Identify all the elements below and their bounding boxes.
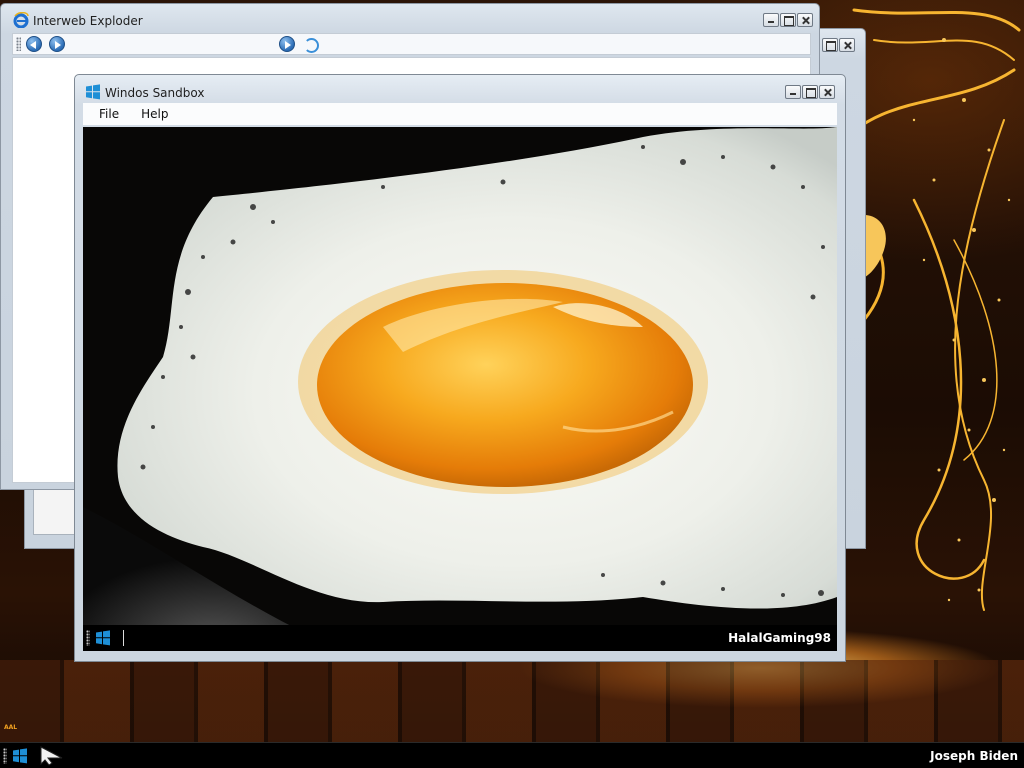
back-arrow-icon[interactable] bbox=[26, 36, 42, 52]
start-button[interactable] bbox=[93, 628, 113, 648]
sandbox-screen[interactable]: HalalGaming98 bbox=[83, 127, 837, 651]
close-button[interactable] bbox=[819, 85, 835, 99]
windows-logo-icon bbox=[13, 747, 27, 763]
taskbar-username: Joseph Biden bbox=[930, 748, 1018, 763]
windows-logo-icon bbox=[86, 84, 100, 100]
maximize-button[interactable] bbox=[780, 13, 796, 27]
close-button[interactable] bbox=[839, 38, 855, 52]
taskbar-username: HalalGaming98 bbox=[728, 631, 831, 645]
go-arrow-icon[interactable] bbox=[279, 36, 295, 52]
window-controls bbox=[785, 85, 835, 99]
sandbox-window[interactable]: Windos Sandbox File Help HalalGaming98 bbox=[74, 74, 846, 662]
window-controls bbox=[822, 38, 855, 52]
forward-arrow-icon[interactable] bbox=[49, 36, 65, 52]
window-title: Interweb Exploder bbox=[33, 14, 143, 28]
address-bar[interactable] bbox=[72, 36, 273, 52]
titlebar[interactable]: Interweb Exploder bbox=[1, 4, 819, 30]
ie-logo-icon bbox=[13, 12, 29, 28]
sandbox-taskbar: HalalGaming98 bbox=[83, 625, 837, 651]
windows-logo-icon bbox=[96, 630, 110, 646]
menu-file[interactable]: File bbox=[91, 105, 127, 123]
menu-help[interactable]: Help bbox=[133, 105, 176, 123]
titlebar[interactable]: Windos Sandbox bbox=[75, 75, 845, 101]
maximize-button[interactable] bbox=[802, 85, 818, 99]
fried-egg-photo bbox=[83, 127, 837, 651]
browser-toolbar bbox=[12, 33, 811, 55]
mouse-cursor-icon bbox=[40, 746, 63, 766]
window-title: Windos Sandbox bbox=[105, 86, 205, 100]
taskbar: Joseph Biden bbox=[0, 742, 1024, 768]
taskbar-separator bbox=[123, 630, 124, 646]
taskbar-grip-icon[interactable] bbox=[86, 630, 90, 646]
start-button[interactable] bbox=[10, 746, 30, 766]
taskbar-grip-icon[interactable] bbox=[3, 747, 7, 764]
toolbar-grip-icon[interactable] bbox=[16, 37, 21, 51]
refresh-icon[interactable] bbox=[302, 36, 319, 53]
background-window-client bbox=[33, 489, 75, 535]
window-controls bbox=[763, 13, 813, 27]
menu-bar: File Help bbox=[83, 103, 837, 125]
close-button[interactable] bbox=[797, 13, 813, 27]
maximize-button[interactable] bbox=[822, 38, 838, 52]
minimize-button[interactable] bbox=[763, 13, 779, 27]
wallpaper-watermark: AAL bbox=[4, 724, 18, 731]
minimize-button[interactable] bbox=[785, 85, 801, 99]
